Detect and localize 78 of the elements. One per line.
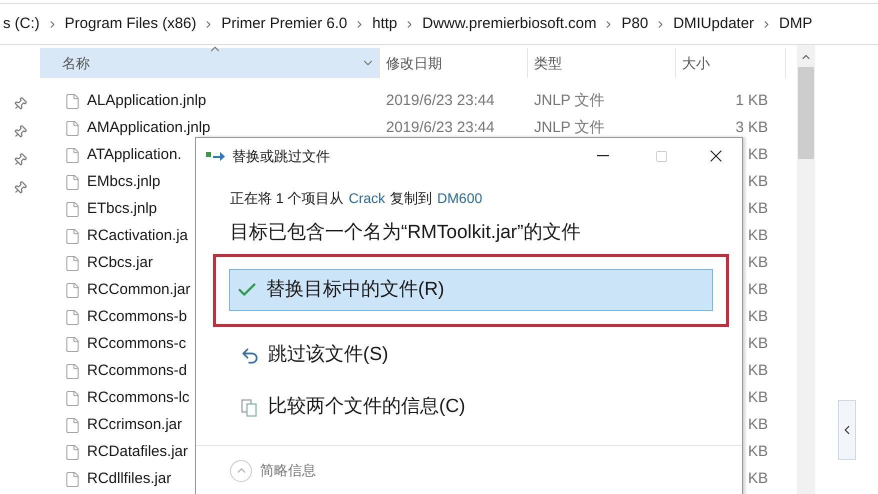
file-size: KB (748, 415, 768, 436)
file-name[interactable]: RCDatafiles.jar (87, 441, 188, 464)
copy-status-text: 复制到 (390, 189, 432, 208)
file-date: 2019/6/23 23:44 (386, 91, 496, 112)
file-size: KB (748, 280, 768, 300)
file-name[interactable]: RCcommons-lc (87, 387, 190, 410)
column-header[interactable]: 修改日期 (380, 48, 528, 78)
file-type: JNLP 文件 (534, 91, 606, 112)
file-name[interactable]: RCCommon.jar (87, 279, 190, 302)
scrollbar[interactable] (797, 45, 815, 494)
file-name[interactable]: RCdllfiles.jar (87, 468, 172, 491)
file-icon (64, 471, 81, 488)
breadcrumb-item[interactable]: http (369, 12, 400, 36)
file-date: 2019/6/23 23:44 (386, 118, 496, 138)
file-name[interactable]: RCbcs.jar (87, 252, 153, 275)
file-size: KB (748, 307, 768, 328)
file-name[interactable]: RCcommons-d (87, 360, 188, 383)
file-name[interactable]: RCcommons-c (87, 333, 186, 356)
file-size: KB (748, 469, 768, 490)
file-size: KB (748, 199, 768, 220)
breadcrumb-item[interactable]: Dwww.premierbiosoft.com (419, 12, 600, 36)
column-header[interactable]: 名称 (40, 48, 380, 78)
breadcrumb-item[interactable]: Primer Premier 6.0 (218, 12, 350, 36)
file-size: KB (748, 442, 768, 462)
copy-arrow-icon (206, 150, 226, 162)
breadcrumb-item[interactable]: s (C:) (0, 12, 43, 36)
file-size: KB (748, 172, 768, 192)
choice-option[interactable]: 比较两个文件的信息(C) (233, 386, 717, 428)
file-icon (64, 228, 81, 245)
breadcrumb-item[interactable]: P80 (618, 12, 652, 36)
source-folder-link[interactable]: Crack (348, 188, 386, 209)
choice-option[interactable]: 跳过该文件(S) (233, 334, 717, 376)
breadcrumb-item[interactable]: DMIUpdater (670, 12, 758, 36)
breadcrumb-item[interactable]: DMP (776, 12, 816, 36)
file-size: 3 KB (735, 118, 768, 138)
maximize-icon (654, 150, 668, 162)
dialog-title: 替换或跳过文件 (232, 146, 330, 166)
file-icon (64, 390, 81, 407)
file-name[interactable]: RCactivation.ja (87, 225, 188, 248)
column-header[interactable]: 大小 (676, 48, 786, 78)
file-name[interactable]: RCcrimson.jar (87, 414, 182, 437)
undo-icon (240, 346, 260, 366)
file-name[interactable]: ETbcs.jnlp (87, 198, 158, 221)
file-name[interactable]: ALApplication.jnlp (87, 90, 206, 113)
file-icon (64, 444, 81, 461)
file-type: JNLP 文件 (534, 118, 606, 138)
file-name[interactable]: RCcommons-b (87, 306, 188, 329)
file-icon (64, 336, 81, 353)
file-size: KB (748, 145, 768, 166)
minimize-icon (597, 155, 609, 157)
file-icon (64, 147, 81, 164)
file-name[interactable]: ATApplication. (87, 144, 182, 167)
file-icon (64, 201, 81, 218)
file-size: KB (748, 226, 768, 246)
file-icon (64, 417, 81, 434)
breadcrumb-item[interactable]: Program Files (x86) (62, 12, 200, 36)
file-icon (64, 93, 81, 110)
target-folder-link[interactable]: DM600 (437, 188, 482, 209)
file-name[interactable]: AMApplication.jnlp (87, 117, 210, 140)
file-icon (64, 174, 81, 191)
details-toggle[interactable]: 简略信息 (260, 460, 316, 481)
file-size: KB (748, 253, 768, 274)
column-header[interactable]: 类型 (528, 48, 676, 78)
file-icon (64, 282, 81, 299)
file-name[interactable]: EMbcs.jnlp (87, 171, 160, 194)
copy-status-text: 正在将 1 个项目从 (230, 189, 344, 208)
dialog-heading: 目标已包含一个名为“RMToolkit.jar”的文件 (229, 221, 582, 245)
file-icon (64, 309, 81, 326)
file-icon (64, 255, 81, 272)
file-icon (64, 120, 81, 137)
file-icon (64, 363, 81, 380)
scroll-thumb[interactable] (798, 67, 814, 159)
collapse-button[interactable] (838, 400, 856, 460)
choice-option[interactable]: 替换目标中的文件(R) (229, 269, 713, 311)
file-size: 1 KB (735, 91, 768, 112)
file-size: KB (748, 388, 768, 408)
file-size: KB (748, 361, 768, 382)
file-size: KB (748, 334, 768, 354)
